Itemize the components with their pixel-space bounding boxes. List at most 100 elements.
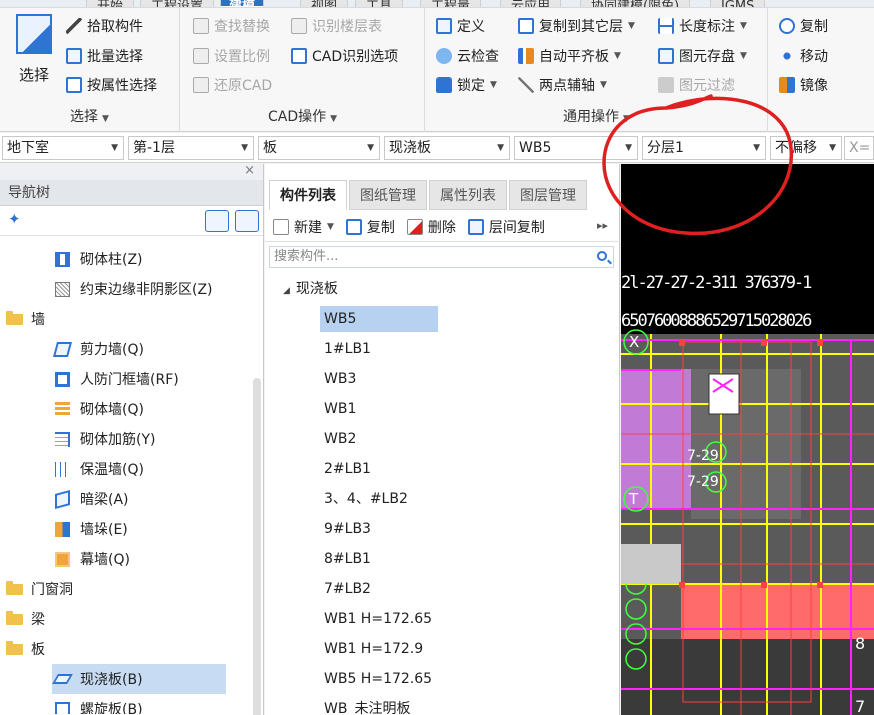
component-list-item[interactable]: 9#LB3 — [320, 516, 371, 542]
batch-select-button[interactable]: 批量选择 — [66, 44, 143, 68]
tree-item-spiral-slab[interactable]: 螺旋板(B) — [55, 694, 143, 714]
find-replace-button[interactable]: 查找替换 — [193, 14, 270, 38]
menu-tab-start[interactable]: 开始 — [86, 0, 135, 7]
length-dimension-button[interactable]: 长度标注 ▼ — [658, 14, 747, 38]
component-list-item[interactable]: 1#LB1 — [320, 336, 371, 362]
tree-folder-slab[interactable]: 板 — [6, 634, 45, 664]
menu-tab-tools[interactable]: 工具 — [355, 0, 404, 7]
component-list-item[interactable]: 3、4、#LB2 — [320, 486, 408, 512]
tree-folder-beam[interactable]: 梁 — [6, 604, 45, 634]
tree-item-constraint-edge[interactable]: 约束边缘非阴影区(Z) — [55, 274, 213, 304]
menu-tab-collab[interactable]: 协同建模(限免) — [580, 0, 691, 7]
tree-item-insulation-wall[interactable]: 保温墙(Q) — [55, 454, 144, 484]
cad-group-label[interactable]: CAD操作 ▼ — [181, 106, 424, 126]
two-point-axis-button[interactable]: 两点辅轴 ▼ — [518, 73, 607, 97]
tree-item-masonry-rebar[interactable]: 砌体加筋(Y) — [55, 424, 155, 454]
component-list-item[interactable]: WB1 H=172.65 — [320, 606, 432, 632]
set-scale-button[interactable]: 设置比例 — [193, 44, 270, 68]
tab-layer-management[interactable]: 图层管理 — [509, 180, 587, 210]
menu-tab-igms[interactable]: IGMS — [710, 0, 766, 7]
component-list-item[interactable]: 8#LB1 — [320, 546, 371, 572]
delete-component-button[interactable]: 删除 — [406, 217, 456, 237]
pick-component-button[interactable]: 拾取构件 — [66, 14, 143, 38]
component-list-item[interactable]: WB1 H=172.9 — [320, 636, 423, 662]
search-icon[interactable] — [597, 251, 607, 261]
pin-icon[interactable]: ✦ — [8, 210, 21, 228]
component-list-item[interactable]: 7#LB2 — [320, 576, 371, 602]
component-list-item[interactable]: WB3 — [320, 366, 356, 392]
save-element-button[interactable]: 图元存盘 ▼ — [658, 44, 747, 68]
tab-drawing-management[interactable]: 图纸管理 — [349, 180, 427, 210]
component-group-cast-slab[interactable]: ◢ 现浇板 — [283, 278, 338, 298]
tree-item-door-frame-wall[interactable]: 人防门框墙(RF) — [55, 364, 179, 394]
cad-drawing-canvas[interactable]: 2l-27-27-2-311 376379-1 6507600888652971… — [621, 164, 874, 715]
component-list-panel: 构件列表 图纸管理 属性列表 图层管理 新建 ▼ 复制 删除 层间复制 ▸▸ 搜索… — [265, 164, 620, 715]
select-by-property-button[interactable]: 按属性选择 — [66, 73, 157, 97]
find-replace-icon — [193, 18, 209, 34]
component-list-item[interactable]: WB5 H=172.65 — [320, 666, 432, 692]
tree-item-masonry-wall[interactable]: 砌体墙(Q) — [55, 394, 144, 424]
tab-component-list[interactable]: 构件列表 — [269, 180, 347, 210]
tree-folder-wall[interactable]: 墙 — [6, 304, 45, 334]
offset-select[interactable]: 不偏移 ▼ — [770, 136, 842, 160]
mirror-button[interactable]: 镜像 — [779, 73, 828, 97]
floor-copy-button[interactable]: 层间复制 — [467, 217, 545, 237]
menu-tab-project-settings[interactable]: 工程设置 — [140, 0, 215, 7]
recognize-floor-table-button[interactable]: 识别楼层表 — [291, 14, 382, 38]
component-search-input[interactable]: 搜索构件... — [269, 246, 614, 268]
copy-to-other-floor-button[interactable]: 复制到其它层 ▼ — [518, 14, 635, 38]
menu-tab-quantity[interactable]: 工程量 — [420, 0, 482, 7]
tab-property-list[interactable]: 属性列表 — [429, 180, 507, 210]
lock-button[interactable]: 锁定 ▼ — [436, 73, 497, 97]
select-group-label[interactable]: 选择 ▼ — [0, 106, 179, 126]
tree-item-cast-slab[interactable]: 现浇板(B) — [52, 664, 226, 694]
auto-level-slab-button[interactable]: 自动平齐板 ▼ — [518, 44, 621, 68]
detail-view-icon[interactable] — [235, 210, 259, 232]
more-icon[interactable]: ▸▸ — [597, 219, 608, 232]
grid-label-right: 8 — [855, 634, 865, 653]
floor-select[interactable]: 第-1层 ▼ — [128, 136, 254, 160]
component-list: ◢ 现浇板 WB5 1#LB1 WB3 WB1 WB2 2#LB1 3、4、#LB2 9#LB3… — [265, 276, 620, 715]
copy-icon — [779, 18, 795, 34]
tree-item-wall-pier[interactable]: 墙垛(E) — [55, 514, 128, 544]
tree-item-masonry-column[interactable]: 砌体柱(Z) — [55, 244, 143, 274]
tree-item-shear-wall[interactable]: 剪力墙(Q) — [52, 334, 144, 364]
coord-x-input[interactable]: X= — [844, 136, 874, 160]
close-icon[interactable]: × — [244, 163, 255, 178]
cad-drawing: 2l-27-27-2-311 376379-1 6507600888652971… — [621, 273, 874, 715]
scale-icon — [193, 48, 209, 64]
define-button[interactable]: 定义 — [436, 14, 485, 38]
component-list-item[interactable]: WB2 — [320, 426, 356, 452]
tree-folder-door-window[interactable]: 门窗洞 — [6, 574, 73, 604]
menu-tab-view[interactable]: 视图 — [300, 0, 349, 7]
nav-scrollbar[interactable] — [253, 378, 261, 715]
copy-component-button[interactable]: 复制 — [345, 217, 395, 237]
component-list-item[interactable]: WB1 — [320, 396, 356, 422]
mirror-icon — [779, 77, 795, 93]
floor-type-select[interactable]: 地下室 ▼ — [2, 136, 124, 160]
element-filter-button[interactable]: 图元过滤 — [658, 73, 735, 97]
copy-button[interactable]: 复制 — [779, 14, 828, 38]
tree-item-curtain-wall[interactable]: 幕墙(Q) — [55, 544, 130, 574]
component-list-item[interactable]: WB5 — [320, 306, 438, 332]
restore-cad-button[interactable]: 还原CAD — [193, 73, 272, 97]
menu-tab-modeling[interactable]: 建模 — [220, 0, 265, 7]
component-list-item[interactable]: 2#LB1 — [320, 456, 371, 482]
move-button[interactable]: 移动 — [779, 44, 828, 68]
cloud-check-button[interactable]: 云检查 — [436, 44, 499, 68]
dimension-icon — [658, 18, 674, 34]
menu-tab-cloud[interactable]: 云应用 — [500, 0, 562, 7]
pick-pen-icon — [66, 18, 82, 34]
list-view-icon[interactable] — [205, 210, 229, 232]
tree-item-hidden-beam[interactable]: 暗梁(A) — [55, 484, 129, 514]
component-select[interactable]: WB5 ▼ — [514, 136, 638, 160]
sub-category-select[interactable]: 现浇板 ▼ — [384, 136, 510, 160]
component-list-item[interactable]: WB_未注明板 — [320, 696, 410, 715]
common-group-label[interactable]: 通用操作 ▼ — [426, 106, 767, 126]
new-component-button[interactable]: 新建 ▼ — [273, 217, 334, 237]
layer-select[interactable]: 分层1 ▼ — [642, 136, 766, 160]
category-select[interactable]: 板 ▼ — [258, 136, 380, 160]
dimension-label-row1: 2l-27-27-2-311 376379-1 — [621, 273, 812, 293]
cad-recognition-options-button[interactable]: CAD识别选项 — [291, 44, 398, 68]
select-button[interactable]: 选择 — [8, 14, 60, 94]
